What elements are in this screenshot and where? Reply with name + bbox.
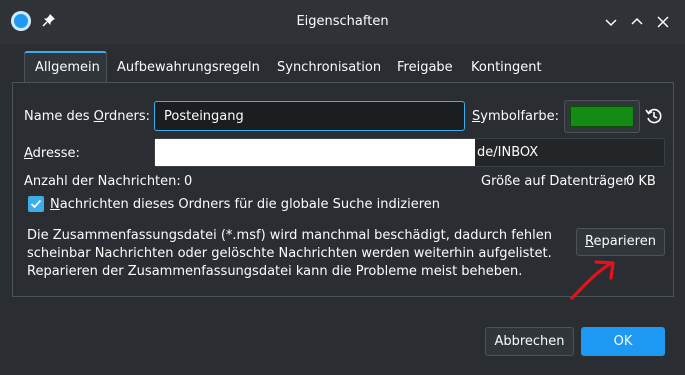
symbol-color-label: Symbolfarbe: — [472, 109, 559, 124]
tab-freigabe[interactable]: Freigabe — [387, 51, 463, 83]
tab-synchronisation[interactable]: Synchronisation — [267, 51, 391, 83]
repair-text-line-2: scheinbar Nachrichten oder gelöschte Nac… — [27, 246, 552, 261]
message-count-label: Anzahl der Nachrichten: — [24, 174, 181, 189]
title-bar: Eigenschaften — [0, 0, 685, 44]
message-count-value: 0 — [184, 174, 193, 189]
address-field[interactable]: de/INBOX — [154, 138, 665, 167]
chevron-down-icon[interactable] — [601, 12, 621, 32]
tab-bar: Allgemein Aufbewahrungsregeln Synchronis… — [12, 51, 674, 83]
repair-text-line-3: Reparieren der Zusammenfassungsdatei kan… — [27, 264, 523, 279]
tab-kontingent[interactable]: Kontingent — [461, 51, 552, 83]
close-icon[interactable] — [653, 12, 673, 32]
tab-aufbewahrungsregeln[interactable]: Aufbewahrungsregeln — [107, 51, 270, 83]
chevron-up-icon[interactable] — [627, 12, 647, 32]
folder-name-input[interactable] — [154, 101, 465, 131]
disk-size-value: 0 KB — [626, 174, 656, 189]
address-value: de/INBOX — [477, 145, 539, 160]
index-checkbox[interactable] — [28, 196, 44, 212]
window-title: Eigenschaften — [296, 14, 389, 29]
color-swatch — [570, 106, 634, 127]
tab-allgemein[interactable]: Allgemein — [24, 51, 107, 83]
annotation-arrow-icon — [570, 260, 615, 300]
ok-button[interactable]: OK — [581, 327, 665, 356]
reset-color-icon[interactable] — [644, 106, 664, 126]
address-label: Adresse: — [24, 146, 80, 161]
cancel-button[interactable]: Abbrechen — [485, 327, 574, 356]
repair-text-line-1: Die Zusammenfassungsdatei (*.msf) wird m… — [27, 228, 552, 243]
index-checkbox-label[interactable]: Nachrichten dieses Ordners für die globa… — [50, 197, 440, 212]
repair-button[interactable]: Reparieren — [576, 228, 665, 256]
symbol-color-button[interactable] — [564, 100, 640, 133]
address-redaction — [155, 139, 475, 166]
folder-name-label: Name des Ordners: — [24, 109, 150, 124]
checkmark-icon — [30, 199, 42, 209]
disk-size-label: Größe auf Datenträger: — [481, 174, 633, 189]
